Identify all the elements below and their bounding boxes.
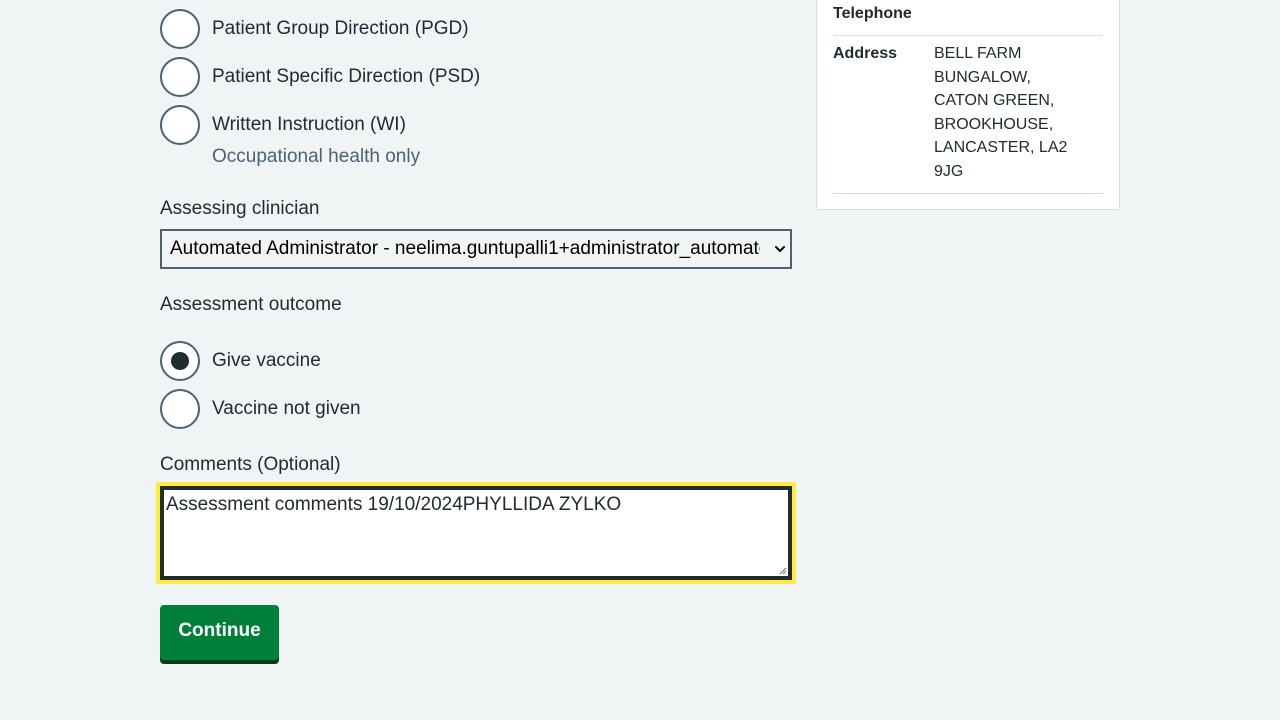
radio-give-vaccine[interactable]: Give vaccine [160,341,800,381]
outcome-label: Assessment outcome [160,294,342,315]
comments-textarea-value[interactable]: Assessment comments 19/10/2024PHYLLIDA Z… [166,493,621,517]
radio-give-vaccine-label[interactable]: Give vaccine [212,349,321,373]
telephone-key: Telephone [833,5,912,22]
card-divider [833,35,1103,36]
radio-psd-label[interactable]: Patient Specific Direction (PSD) [212,65,480,89]
radio-vaccine-not-given-label[interactable]: Vaccine not given [212,397,361,421]
radio-wi-label[interactable]: Written Instruction (WI) [212,113,406,137]
radio-wi-hint: Occupational health only [212,146,421,167]
chevron-down-icon[interactable] [774,243,786,255]
page: Patient Group Direction (PGD) Patient Sp… [0,0,1280,720]
clinician-label: Assessing clinician [160,198,320,219]
radio-vaccine-not-given[interactable]: Vaccine not given [160,389,800,429]
continue-button[interactable]: Continue [160,605,279,660]
radio-wi-input[interactable] [160,105,200,145]
patient-details-card: Telephone Address BELL FARM BUNGALOW, CA… [816,0,1120,210]
radio-wi[interactable]: Written Instruction (WI) Occupational he… [160,105,800,171]
radio-psd-input[interactable] [160,57,200,97]
radio-pgd-input[interactable] [160,9,200,49]
radio-vaccine-not-given-input[interactable] [160,389,200,429]
clinician-select-value[interactable]: Automated Administrator - neelima.guntup… [170,237,760,261]
resize-grip-icon[interactable] [778,566,787,575]
address-value: BELL FARM BUNGALOW, CATON GREEN, BROOKHO… [934,45,1068,180]
radio-pgd[interactable]: Patient Group Direction (PGD) [160,9,800,49]
radio-pgd-label[interactable]: Patient Group Direction (PGD) [212,17,469,41]
radio-psd[interactable]: Patient Specific Direction (PSD) [160,57,800,97]
comments-textarea[interactable]: Assessment comments 19/10/2024PHYLLIDA Z… [160,486,792,580]
comments-label: Comments (Optional) [160,454,341,475]
card-divider [833,193,1103,194]
radio-give-vaccine-input[interactable] [160,341,200,381]
address-key: Address [833,45,898,62]
clinician-select[interactable]: Automated Administrator - neelima.guntup… [160,229,792,269]
